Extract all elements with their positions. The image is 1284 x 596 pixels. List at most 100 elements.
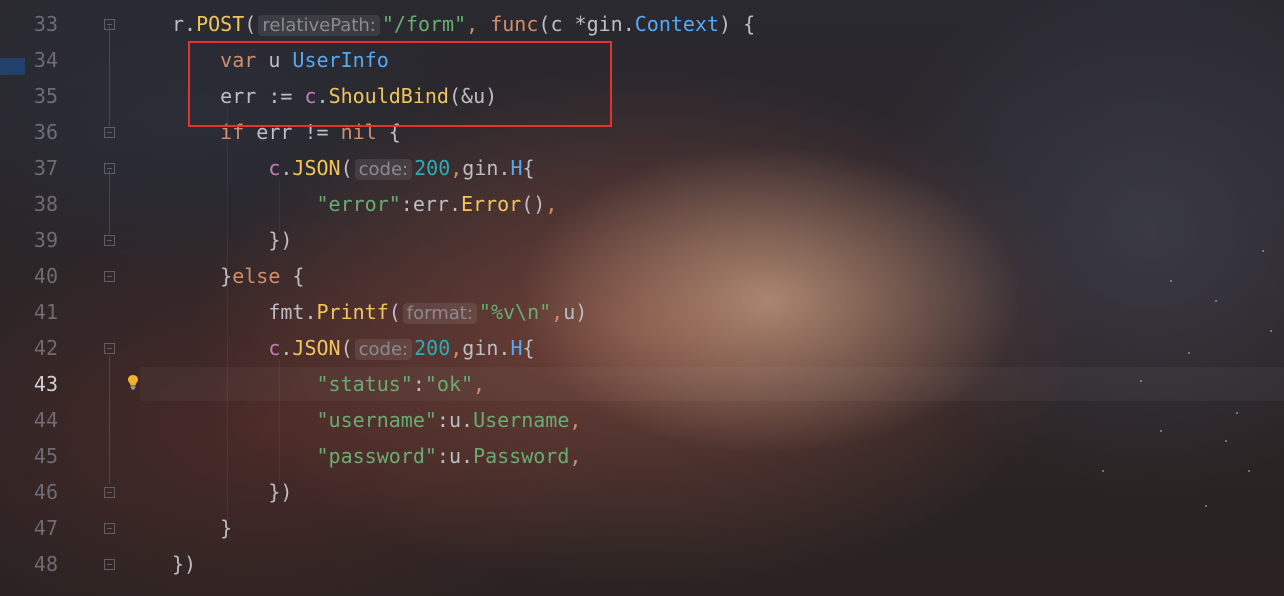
fold-marker-icon[interactable] xyxy=(104,559,115,570)
code-token: fmt xyxy=(268,300,305,324)
code-line[interactable]: r.POST(relativePath: "/form", func(c *gin… xyxy=(172,6,755,44)
code-token: : xyxy=(400,192,413,216)
background-star xyxy=(1225,440,1227,442)
code-token: : xyxy=(412,372,425,396)
fold-marker-icon[interactable] xyxy=(104,487,115,498)
code-token: , xyxy=(473,372,486,396)
line-number: 38 xyxy=(33,192,58,216)
fold-marker-icon[interactable] xyxy=(104,271,115,282)
code-token: . xyxy=(280,336,293,360)
code-line[interactable]: "status":"ok", xyxy=(172,366,486,402)
code-token: . xyxy=(448,192,462,216)
code-line[interactable]: c.JSON(code: 200,gin.H{ xyxy=(172,330,535,368)
fold-marker-icon[interactable] xyxy=(104,343,115,354)
line-number: 41 xyxy=(33,300,58,324)
code-token: , xyxy=(450,156,463,180)
background-star xyxy=(1102,470,1104,472)
code-token: u) xyxy=(563,300,588,324)
code-token: ) { xyxy=(719,12,756,36)
code-token: . xyxy=(461,444,474,468)
code-token: }) xyxy=(172,552,197,576)
line-number: 39 xyxy=(33,228,58,252)
code-token: "status" xyxy=(316,372,413,396)
code-token: JSON xyxy=(292,336,341,360)
line-number: 43 xyxy=(33,372,58,396)
code-token: "error" xyxy=(316,192,401,216)
background-star xyxy=(1188,352,1190,354)
code-token: { xyxy=(522,156,535,180)
code-token: "%v\n" xyxy=(478,300,552,324)
code-line[interactable]: fmt.Printf(format: "%v\n",u) xyxy=(172,294,587,332)
code-token: ( xyxy=(388,300,401,324)
code-line[interactable]: } xyxy=(172,510,232,546)
code-line[interactable]: }else { xyxy=(172,258,304,294)
code-line[interactable]: "password":u.Password, xyxy=(172,438,582,474)
fold-range-line xyxy=(109,170,110,234)
code-token: err xyxy=(412,192,449,216)
code-token: . xyxy=(304,300,317,324)
code-line[interactable]: "username":u.Username, xyxy=(172,402,582,438)
code-token: () xyxy=(521,192,546,216)
code-token: 200 xyxy=(414,156,451,180)
line-number: 33 xyxy=(33,12,58,36)
code-line[interactable]: }) xyxy=(172,474,292,510)
code-line[interactable]: c.JSON(code: 200,gin.H{ xyxy=(172,150,535,188)
code-token: ( xyxy=(340,156,353,180)
code-token: * xyxy=(562,12,587,36)
code-token: "username" xyxy=(316,408,437,432)
line-number: 48 xyxy=(33,552,58,576)
code-token: . xyxy=(461,408,474,432)
background-star xyxy=(1262,250,1264,252)
code-token: } xyxy=(220,516,233,540)
code-line[interactable]: }) xyxy=(172,546,196,582)
code-token: { xyxy=(522,336,535,360)
code-token: . xyxy=(498,156,511,180)
code-token: u xyxy=(448,444,462,468)
code-token: "ok" xyxy=(424,372,474,396)
code-token: , xyxy=(466,12,491,36)
code-token: Printf xyxy=(316,300,389,324)
fold-range-line xyxy=(109,26,110,126)
code-token: "/form" xyxy=(381,12,467,36)
line-number: 34 xyxy=(33,48,58,72)
code-token: 200 xyxy=(414,336,451,360)
code-token: , xyxy=(545,192,558,216)
line-number: 36 xyxy=(33,120,58,144)
code-token: Password xyxy=(473,444,570,468)
code-token: POST xyxy=(196,12,245,36)
lightbulb-icon[interactable] xyxy=(127,374,139,390)
fold-marker-icon[interactable] xyxy=(104,163,115,174)
code-token: H xyxy=(510,156,523,180)
code-token: gin xyxy=(462,336,499,360)
fold-marker-icon[interactable] xyxy=(104,523,115,534)
code-line[interactable]: }) xyxy=(172,222,292,258)
code-line[interactable]: "error":err.Error(), xyxy=(172,186,558,222)
code-token: . xyxy=(280,156,293,180)
code-token: ( xyxy=(244,12,257,36)
code-token: else xyxy=(232,264,281,288)
code-token: } xyxy=(220,264,233,288)
line-number: 47 xyxy=(33,516,58,540)
code-token: r xyxy=(172,12,185,36)
code-token: JSON xyxy=(292,156,341,180)
code-token: ( xyxy=(538,12,551,36)
line-number: 40 xyxy=(33,264,58,288)
code-token: Context xyxy=(634,12,720,36)
code-token: . xyxy=(184,12,197,36)
line-number: 46 xyxy=(33,480,58,504)
fold-marker-icon[interactable] xyxy=(104,127,115,138)
code-token: c xyxy=(268,156,281,180)
fold-marker-icon[interactable] xyxy=(104,235,115,246)
code-token: , xyxy=(569,444,582,468)
code-token: c xyxy=(268,336,281,360)
parameter-hint: code: xyxy=(354,159,413,180)
line-number: 44 xyxy=(33,408,58,432)
line-number: 45 xyxy=(33,444,58,468)
fold-marker-icon[interactable] xyxy=(104,19,115,30)
